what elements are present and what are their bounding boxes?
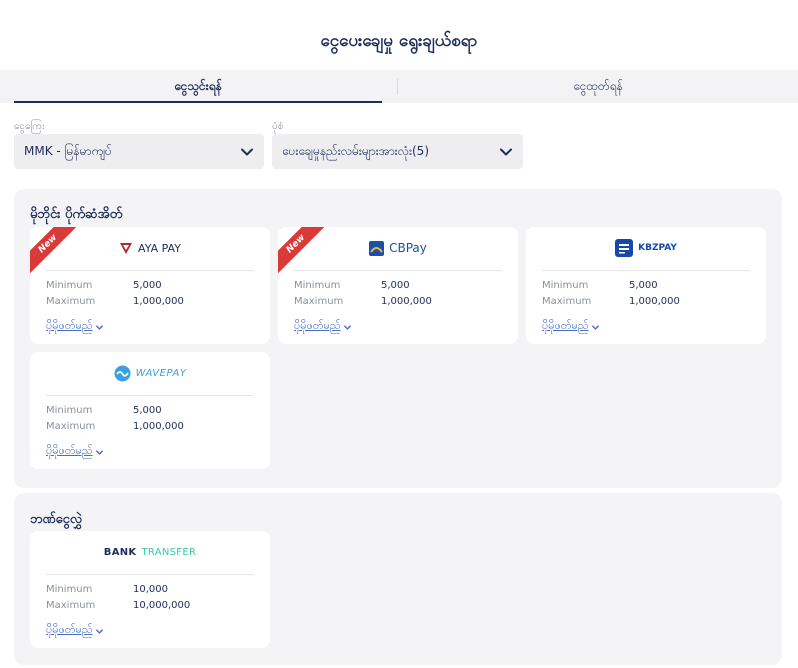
maximum-label: Maximum <box>46 600 96 611</box>
tab-bar: ငွေသွင်းရန် ငွေထုတ်ရန် <box>0 70 798 103</box>
payment-card-bank-transfer[interactable]: BANK TRANSFER Minimum 10,000 Maximum 10,… <box>30 531 270 648</box>
card-divider <box>542 270 750 271</box>
bank-transfer-logo: BANK TRANSFER <box>30 541 270 563</box>
chevron-down-icon <box>96 628 104 634</box>
wave-pay-logo: WAVEPAY <box>30 362 270 384</box>
read-more-link[interactable]: ပိုမိုဖတ်မည် <box>46 444 104 460</box>
logo-text: BANK <box>103 546 137 558</box>
payment-card-kbz-pay[interactable]: KBZPAY Minimum 5,000 Maximum 1,000,000 ပ… <box>526 227 766 344</box>
tab-deposit[interactable]: ငွေသွင်းရန် <box>14 70 382 103</box>
minimum-label: Minimum <box>46 280 93 291</box>
currency-select[interactable]: MMK - မြန်မာကျပ် <box>14 134 264 169</box>
kbz-pay-logo: KBZPAY <box>526 237 766 259</box>
minimum-value: 5,000 <box>133 405 162 416</box>
payment-type-select-value: ပေးချေမှုနည်းလမ်းများအားလုံး(5) <box>282 144 429 158</box>
card-divider <box>46 574 254 575</box>
minimum-label: Minimum <box>46 584 93 595</box>
chevron-down-icon <box>96 324 104 330</box>
payment-card-aya-pay[interactable]: New AYA PAY Minimum 5,000 Maximum 1,000,… <box>30 227 270 344</box>
chevron-down-icon <box>500 148 512 156</box>
minimum-value: 5,000 <box>133 280 162 291</box>
logo-text: TRANSFER <box>141 546 197 558</box>
currency-select-value: MMK - မြန်မာကျပ် <box>24 144 112 158</box>
aya-pay-logo: AYA PAY <box>30 237 270 259</box>
cb-pay-logo: CBPay <box>278 237 518 259</box>
bank-transfer-section: ဘဏ်ငွေလွှဲ BANK TRANSFER Minimum 10,000 … <box>14 493 782 665</box>
maximum-label: Maximum <box>294 296 344 307</box>
page-title: ငွေပေးချေမှု ရွေးချယ်စရာ <box>320 31 478 51</box>
payment-card-cb-pay[interactable]: New CBPay Minimum 5,000 Maximum 1,000,00… <box>278 227 518 344</box>
cb-pay-icon <box>369 240 385 256</box>
payment-type-select[interactable]: ပေးချေမှုနည်းလမ်းများအားလုံး(5) <box>272 134 523 169</box>
maximum-value: 1,000,000 <box>381 296 432 307</box>
logo-text: CBPay <box>389 241 427 255</box>
minimum-value: 10,000 <box>133 584 168 595</box>
currency-label: ငွေကြေး <box>14 121 45 132</box>
wave-pay-icon <box>114 365 131 381</box>
maximum-value: 1,000,000 <box>133 296 184 307</box>
maximum-value: 1,000,000 <box>133 421 184 432</box>
mobile-wallet-section: မိုဘိုင်း ပိုက်ဆံအိတ် New AYA PAY Minimu… <box>14 189 782 488</box>
logo-text: KBZPAY <box>638 243 677 253</box>
minimum-label: Minimum <box>542 280 589 291</box>
read-more-link[interactable]: ပိုမိုဖတ်မည် <box>46 319 104 335</box>
read-more-link[interactable]: ပိုမိုဖတ်မည် <box>46 623 104 639</box>
card-divider <box>46 395 254 396</box>
payment-card-wave-pay[interactable]: WAVEPAY Minimum 5,000 Maximum 1,000,000 … <box>30 352 270 469</box>
card-divider <box>46 270 254 271</box>
logo-text: AYA PAY <box>138 241 181 255</box>
card-divider <box>294 270 502 271</box>
logo-text: WAVEPAY <box>135 367 187 379</box>
read-more-link[interactable]: ပိုမိုဖတ်မည် <box>542 319 600 335</box>
type-label: ပုံစံ <box>272 121 284 132</box>
tab-withdraw[interactable]: ငွေထုတ်ရန် <box>398 70 798 103</box>
chevron-down-icon <box>96 449 104 455</box>
minimum-label: Minimum <box>294 280 341 291</box>
section-title: ဘဏ်ငွေလွှဲ <box>30 512 83 527</box>
minimum-value: 5,000 <box>629 280 658 291</box>
maximum-label: Maximum <box>46 421 96 432</box>
chevron-down-icon <box>241 148 253 156</box>
maximum-label: Maximum <box>542 296 592 307</box>
section-title: မိုဘိုင်း ပိုက်ဆံအိတ် <box>30 207 123 222</box>
kbz-pay-icon <box>615 239 634 257</box>
read-more-link[interactable]: ပိုမိုဖတ်မည် <box>294 319 352 335</box>
chevron-down-icon <box>592 324 600 330</box>
maximum-label: Maximum <box>46 296 96 307</box>
chevron-down-icon <box>344 324 352 330</box>
aya-pay-icon <box>120 243 133 254</box>
maximum-value: 10,000,000 <box>133 600 191 611</box>
minimum-label: Minimum <box>46 405 93 416</box>
maximum-value: 1,000,000 <box>629 296 680 307</box>
minimum-value: 5,000 <box>381 280 410 291</box>
